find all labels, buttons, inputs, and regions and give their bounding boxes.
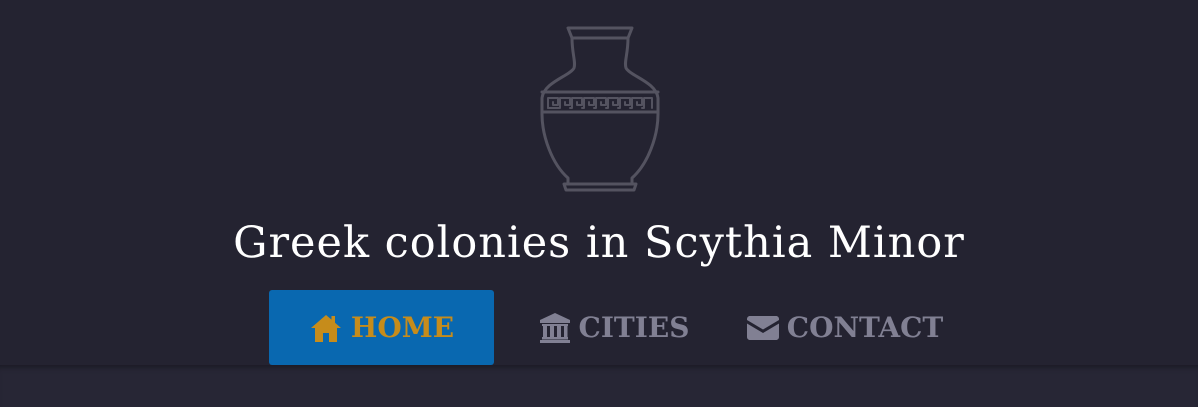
nav-item-cities[interactable]: CITIES — [526, 290, 702, 365]
nav-item-home[interactable]: HOME — [269, 290, 494, 365]
site-title: Greek colonies in Scythia Minor — [233, 218, 965, 268]
main-nav: HOME CITIES CONTACT — [0, 290, 1198, 365]
envelope-icon — [746, 315, 779, 341]
columns-building-icon — [539, 312, 571, 344]
nav-item-label: CONTACT — [786, 311, 944, 344]
content-area — [0, 365, 1198, 407]
nav-item-label: CITIES — [578, 311, 690, 344]
nav-item-contact[interactable]: CONTACT — [736, 290, 954, 365]
amphora-icon — [540, 26, 660, 192]
site-header: Greek colonies in Scythia Minor HOME CIT… — [0, 0, 1198, 365]
nav-item-label: HOME — [350, 311, 455, 344]
home-icon — [309, 313, 343, 343]
